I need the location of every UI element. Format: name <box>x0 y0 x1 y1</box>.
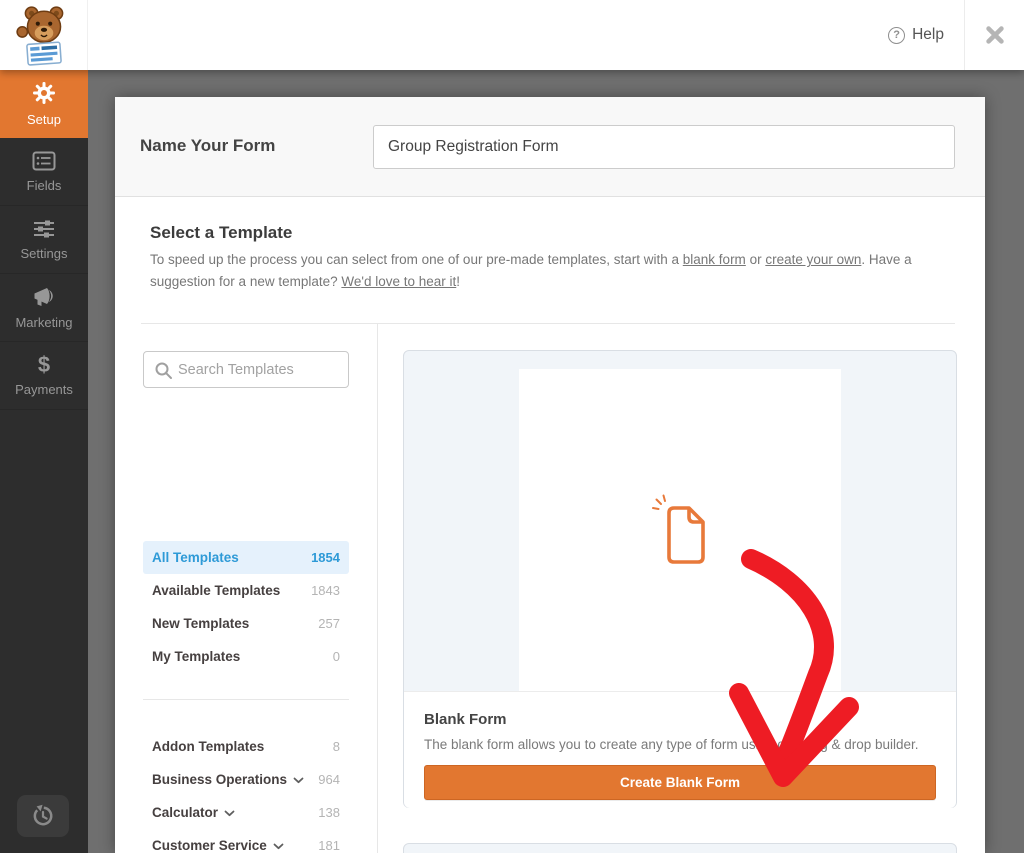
column-divider <box>377 324 378 853</box>
search-icon <box>154 361 173 380</box>
template-category-row[interactable]: Customer Service 181 <box>143 829 349 853</box>
category-count: 964 <box>318 772 340 787</box>
template-intro-text: To speed up the process you can select f… <box>150 249 964 293</box>
intro-text: To speed up the process you can select f… <box>150 252 683 267</box>
select-template-title: Select a Template <box>150 223 292 243</box>
blank-form-info: Blank Form The blank form allows you to … <box>404 691 956 808</box>
template-selection-body: Select a Template To speed up the proces… <box>115 197 985 853</box>
help-question-icon: ? <box>888 27 905 44</box>
chevron-down-icon[interactable] <box>224 810 235 817</box>
blank-form-card: Blank Form The blank form allows you to … <box>403 350 957 808</box>
create-blank-form-button[interactable]: Create Blank Form <box>424 765 936 800</box>
category-count: 181 <box>318 838 340 853</box>
template-category-row[interactable]: My Templates 0 <box>143 640 349 673</box>
sidebar-item-settings[interactable]: Settings <box>0 206 88 274</box>
category-label: My Templates <box>152 649 240 664</box>
sidebar-item-label: Fields <box>27 178 62 193</box>
blank-document-icon <box>652 492 708 568</box>
suggestion-link[interactable]: We'd love to hear it <box>341 274 456 289</box>
gear-icon <box>32 81 56 105</box>
template-category-row[interactable]: Business Operations 964 <box>143 763 349 796</box>
close-icon <box>984 24 1006 46</box>
intro-text: ! <box>456 274 460 289</box>
template-category-row[interactable]: Addon Templates 8 <box>143 730 349 763</box>
sidebar-item-label: Payments <box>15 382 73 397</box>
form-name-input[interactable] <box>373 125 955 169</box>
category-count: 0 <box>333 649 340 664</box>
template-category-row[interactable]: Available Templates 1843 <box>143 574 349 607</box>
sidebar-item-label: Setup <box>27 112 61 127</box>
intro-text: or <box>746 252 766 267</box>
chevron-down-icon[interactable] <box>273 843 284 850</box>
category-count: 8 <box>333 739 340 754</box>
category-count: 1854 <box>311 550 340 565</box>
help-label: Help <box>912 26 944 44</box>
blank-form-description: The blank form allows you to create any … <box>424 737 936 752</box>
category-label: Customer Service <box>152 838 267 853</box>
blank-form-preview <box>519 369 841 691</box>
megaphone-icon <box>32 286 56 308</box>
category-count: 138 <box>318 805 340 820</box>
search-templates-box <box>143 351 349 388</box>
dollar-icon: $ <box>38 355 50 375</box>
template-category-row[interactable]: Calculator 138 <box>143 796 349 829</box>
revisions-history-button[interactable] <box>17 795 69 837</box>
create-your-own-link[interactable]: create your own <box>765 252 861 267</box>
sidebar-item-marketing[interactable]: Marketing <box>0 274 88 342</box>
secondary-category-list: Addon Templates 8 Business Operations 96… <box>143 730 349 853</box>
category-count: 257 <box>318 616 340 631</box>
template-category-row[interactable]: New Templates 257 <box>143 607 349 640</box>
template-categories-column: All Templates 1854 Available Templates 1… <box>143 323 349 388</box>
sidebar-item-payments[interactable]: $ Payments <box>0 342 88 410</box>
category-label: Addon Templates <box>152 739 264 754</box>
sidebar-item-setup[interactable]: Setup <box>0 70 88 138</box>
category-count: 1843 <box>311 583 340 598</box>
builder-sidebar: Setup Fields Settings Marketing <box>0 70 88 853</box>
setup-panel: Name Your Form Select a Template To spee… <box>115 97 985 853</box>
sliders-icon <box>32 219 56 239</box>
blank-form-title: Blank Form <box>424 711 936 728</box>
category-list-divider <box>143 699 349 700</box>
wpforms-logo <box>0 0 88 70</box>
next-template-card <box>403 843 957 853</box>
category-label: Calculator <box>152 805 218 820</box>
category-label: All Templates <box>152 550 239 565</box>
form-name-label: Name Your Form <box>140 136 275 156</box>
category-label: New Templates <box>152 616 249 631</box>
chevron-down-icon[interactable] <box>293 777 304 784</box>
template-category-row[interactable]: All Templates 1854 <box>143 541 349 574</box>
primary-category-list: All Templates 1854 Available Templates 1… <box>143 541 349 673</box>
sidebar-item-label: Settings <box>21 246 68 261</box>
history-icon <box>31 804 55 828</box>
sidebar-item-label: Marketing <box>15 315 72 330</box>
bear-mascot-icon <box>15 4 73 66</box>
blank-form-link[interactable]: blank form <box>683 252 746 267</box>
sidebar-item-fields[interactable]: Fields <box>0 138 88 206</box>
builder-main-area: Name Your Form Select a Template To spee… <box>88 70 1024 853</box>
close-button[interactable] <box>965 0 1024 70</box>
top-bar: ? Help <box>0 0 1024 70</box>
category-label: Business Operations <box>152 772 287 787</box>
category-label: Available Templates <box>152 583 280 598</box>
fields-list-icon <box>32 151 56 171</box>
name-your-form-header: Name Your Form <box>115 97 985 197</box>
help-button[interactable]: ? Help <box>888 0 944 70</box>
search-templates-input[interactable] <box>178 352 346 387</box>
